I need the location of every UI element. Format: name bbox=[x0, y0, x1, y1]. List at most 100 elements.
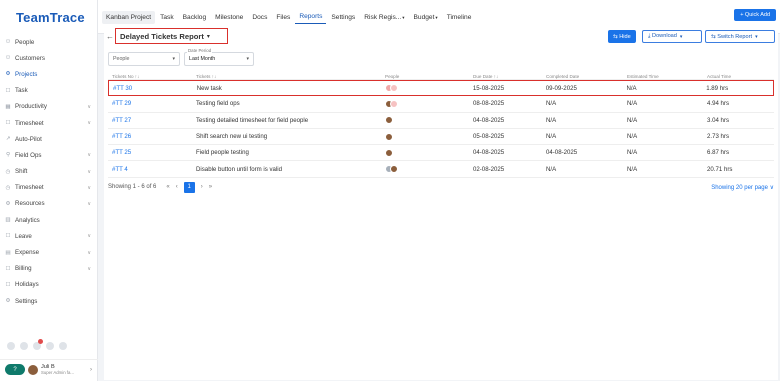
cell-text: N/A bbox=[546, 116, 557, 124]
cell-text: N/A bbox=[627, 116, 638, 124]
switch-report-button[interactable]: ⇆ Switch Report ▾ bbox=[705, 30, 775, 43]
last-page-button[interactable]: » bbox=[209, 184, 212, 190]
column-header[interactable]: Estimated Time bbox=[627, 74, 707, 79]
date-period-filter[interactable]: Last Month ▾ bbox=[184, 52, 254, 66]
column-header[interactable]: People bbox=[385, 74, 473, 79]
cell-text: New task bbox=[196, 84, 222, 92]
page-button-current[interactable]: 1 bbox=[183, 181, 195, 193]
column-header[interactable]: Tickets ↑↓ bbox=[196, 74, 385, 79]
assignee-avatars bbox=[385, 132, 473, 141]
table-cell: N/A bbox=[627, 117, 707, 124]
column-header[interactable]: Completed Date bbox=[546, 74, 627, 79]
table-cell: N/A bbox=[546, 133, 627, 140]
tab-risk-regis-[interactable]: Risk Regis...▾ bbox=[360, 11, 408, 24]
sidebar-item-resources[interactable]: ⚙ Resources ∨ bbox=[0, 196, 97, 212]
tab-milestone[interactable]: Milestone bbox=[211, 11, 247, 24]
sidebar-item-shift[interactable]: ◷ Shift ∨ bbox=[0, 164, 97, 180]
chat-icon[interactable] bbox=[59, 342, 67, 350]
sidebar-item-label: Timesheet bbox=[15, 184, 44, 192]
first-page-button[interactable]: « bbox=[166, 184, 169, 190]
people-filter[interactable]: People ▾ bbox=[108, 52, 180, 66]
tab-budget[interactable]: Budget▾ bbox=[410, 11, 442, 24]
sidebar-item-field-ops[interactable]: ⚲ Field Ops ∨ bbox=[0, 147, 97, 163]
sidebar-item-projects[interactable]: ⚙ Projects bbox=[0, 66, 97, 82]
table-row[interactable]: #TT 27 Testing detailed timesheet for fie… bbox=[108, 113, 774, 129]
sidebar-item-customers[interactable]: ⚇ Customers bbox=[0, 50, 97, 66]
table-cell[interactable]: #TT 29 bbox=[108, 100, 196, 107]
tab-settings[interactable]: Settings bbox=[327, 11, 359, 24]
sidebar-item-holidays[interactable]: ☐ Holidays bbox=[0, 277, 97, 293]
tab-docs[interactable]: Docs bbox=[248, 11, 271, 24]
cell-text: 1.89 hrs bbox=[706, 84, 729, 92]
calendar-icon[interactable] bbox=[7, 342, 15, 350]
column-header[interactable]: Tickets No ↑↓ bbox=[108, 74, 196, 79]
avatar bbox=[28, 364, 38, 375]
avatar bbox=[385, 148, 393, 157]
prev-page-button[interactable]: ‹ bbox=[176, 184, 178, 190]
ticket-link[interactable]: #TT 29 bbox=[112, 100, 131, 107]
table-cell[interactable]: #TT 27 bbox=[108, 117, 196, 124]
sidebar-item-timesheet[interactable]: ☐ Timesheet ∨ bbox=[0, 115, 97, 131]
ticket-link[interactable]: #TT 30 bbox=[113, 85, 132, 92]
table-cell[interactable]: #TT 4 bbox=[108, 166, 196, 173]
sidebar-item-label: Analytics bbox=[15, 216, 40, 224]
table-cell: 04-08-2025 bbox=[473, 149, 546, 156]
table-cell[interactable]: #TT 26 bbox=[108, 133, 196, 140]
assignee-avatars bbox=[385, 148, 473, 157]
sidebar-item-auto-pilot[interactable]: ↗ Auto-Pilot bbox=[0, 131, 97, 147]
table-row[interactable]: #TT 4 Disable button until form is valid 0… bbox=[108, 161, 774, 178]
table-row[interactable]: #TT 30 New task 15-08-2025 09-09-2025 N/A 1.8… bbox=[108, 80, 774, 97]
sidebar-item-expense[interactable]: ▤ Expense ∨ bbox=[0, 244, 97, 260]
ticket-link[interactable]: #TT 4 bbox=[112, 166, 128, 173]
sidebar-item-billing[interactable]: ☐ Billing ∨ bbox=[0, 261, 97, 277]
ticket-link[interactable]: #TT 26 bbox=[112, 133, 131, 140]
hide-button[interactable]: ⇆ Hide bbox=[608, 30, 636, 43]
people-cell bbox=[385, 116, 473, 125]
table-cell[interactable]: #TT 30 bbox=[109, 85, 197, 92]
shift-icon: ◷ bbox=[5, 168, 11, 175]
tab-timeline[interactable]: Timeline bbox=[443, 11, 476, 24]
quick-add-button[interactable]: + Quick Add bbox=[734, 9, 776, 21]
alert-icon[interactable] bbox=[46, 342, 54, 350]
sidebar-item-people[interactable]: ⚇ People bbox=[0, 34, 97, 50]
per-page-selector[interactable]: Showing 20 per page ∨ bbox=[711, 184, 774, 191]
app-logo: TeamTrace bbox=[16, 9, 85, 25]
help-icon[interactable]: ? bbox=[5, 364, 25, 375]
user-profile[interactable]: ? Juli B Super Admin fa... › bbox=[0, 359, 98, 381]
sidebar-item-timesheet[interactable]: ◷ Timesheet ∨ bbox=[0, 180, 97, 196]
ticket-link[interactable]: #TT 27 bbox=[112, 117, 131, 124]
tab-kanban-project[interactable]: Kanban Project bbox=[102, 10, 156, 24]
tab-task[interactable]: Task bbox=[156, 11, 178, 24]
tab-backlog[interactable]: Backlog bbox=[179, 11, 210, 24]
column-header[interactable]: Actual Time bbox=[707, 74, 774, 79]
assignee-avatars bbox=[385, 116, 473, 125]
table-row[interactable]: #TT 26 Shift search new ui testing 05-08-2… bbox=[108, 129, 774, 146]
assignee-avatars bbox=[385, 165, 473, 174]
table-cell[interactable]: #TT 25 bbox=[108, 149, 196, 156]
table-row[interactable]: #TT 29 Testing field ops 08-08-2025 N/A N/A 4… bbox=[108, 96, 774, 113]
cell-text: 04-08-2025 bbox=[473, 149, 505, 157]
sidebar-item-task[interactable]: ☐ Task bbox=[0, 83, 97, 99]
report-selector[interactable]: Delayed Tickets Report ▾ bbox=[115, 28, 228, 44]
sidebar-item-settings[interactable]: ⚙ Settings bbox=[0, 293, 97, 309]
cell-text: Testing detailed timesheet for field peo… bbox=[196, 116, 309, 124]
clipboard-icon[interactable] bbox=[20, 342, 28, 350]
back-arrow-icon[interactable]: ← bbox=[106, 32, 114, 41]
sidebar-item-leave[interactable]: ☐ Leave ∨ bbox=[0, 228, 97, 244]
column-header[interactable]: Due Date ↑↓ bbox=[473, 74, 546, 79]
chevron-down-icon: ▾ bbox=[402, 14, 405, 20]
tab-files[interactable]: Files bbox=[272, 11, 294, 24]
table-row[interactable]: #TT 25 Field people testing 04-08-2025 04-0… bbox=[108, 145, 774, 162]
tab-reports[interactable]: Reports bbox=[295, 10, 327, 24]
sidebar-item-productivity[interactable]: ▦ Productivity ∨ bbox=[0, 99, 97, 115]
next-page-button[interactable]: › bbox=[201, 184, 203, 190]
sidebar-item-analytics[interactable]: ▥ Analytics bbox=[0, 212, 97, 228]
tab-label: Task bbox=[160, 13, 174, 21]
ticket-link[interactable]: #TT 25 bbox=[112, 149, 131, 156]
chevron-down-icon: ∨ bbox=[87, 103, 91, 110]
chevron-down-icon: ▾ bbox=[246, 56, 249, 62]
notification-icon[interactable] bbox=[33, 339, 43, 350]
leave-icon: ☐ bbox=[5, 233, 11, 240]
tab-label: Milestone bbox=[215, 13, 244, 21]
download-button[interactable]: ⤓ Download ▾ bbox=[642, 30, 702, 43]
